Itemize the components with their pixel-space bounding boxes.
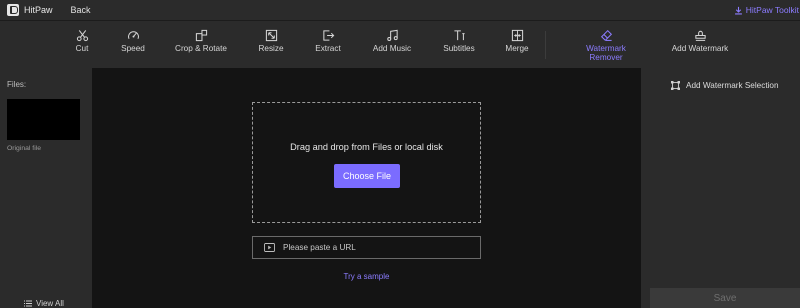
tool-label: Watermark Remover: [586, 44, 626, 62]
hitpaw-toolkit-link[interactable]: HitPaw Toolkit: [734, 0, 800, 20]
thumbnail-label: Original file: [7, 145, 41, 152]
tool-label: Crop & Rotate: [175, 44, 227, 53]
list-icon: [24, 300, 32, 306]
preview-area: Drag and drop from Files or local disk C…: [92, 68, 638, 308]
tool-add-music[interactable]: Add Music: [369, 21, 415, 69]
tool-watermark-remover[interactable]: Watermark Remover: [580, 21, 632, 69]
tool-subtitles[interactable]: Subtitles: [439, 21, 479, 69]
tool-label: Subtitles: [443, 44, 475, 53]
tool-speed[interactable]: Speed: [116, 21, 150, 69]
files-panel: Files: Original file View All: [0, 68, 92, 308]
settings-panel: Add Watermark Selection Save: [641, 68, 800, 308]
tool-bar: Cut Speed Crop & Rotate Resize Extract A…: [0, 20, 800, 68]
tool-add-watermark[interactable]: Add Watermark: [668, 21, 732, 69]
view-all-label: View All: [36, 298, 64, 308]
toolbar-divider: [545, 31, 546, 59]
toolkit-label: HitPaw Toolkit: [745, 5, 799, 15]
back-button[interactable]: Back: [71, 5, 91, 15]
view-all-button[interactable]: View All: [24, 298, 64, 308]
subtitles-icon: [453, 30, 465, 41]
url-field[interactable]: [252, 236, 481, 259]
tool-label: Add Music: [372, 44, 412, 53]
tool-cut[interactable]: Cut: [66, 21, 98, 69]
app-window: HitPaw Back HitPaw Toolkit Cut Speed Cro…: [0, 0, 800, 308]
tool-label: Resize: [258, 44, 284, 53]
drop-text: Drag and drop from Files or local disk: [290, 142, 443, 152]
tool-label: Merge: [505, 44, 529, 53]
crop-rotate-icon: [195, 29, 207, 42]
tool-resize[interactable]: Resize: [253, 21, 289, 69]
add-selection-label: Add Watermark Selection: [686, 81, 779, 90]
hitpaw-logo-icon: [7, 4, 19, 16]
eraser-icon: [600, 29, 612, 41]
extract-icon: [322, 30, 334, 41]
add-watermark-selection-button[interactable]: Add Watermark Selection: [671, 81, 779, 90]
tool-label: Cut: [75, 44, 89, 53]
choose-file-button[interactable]: Choose File: [334, 164, 400, 188]
speedometer-icon: [127, 31, 139, 39]
files-title: Files:: [7, 80, 27, 89]
stamp-icon: [694, 30, 706, 41]
selection-box-icon: [671, 81, 680, 90]
title-bar: HitPaw Back HitPaw Toolkit: [0, 0, 800, 20]
save-button[interactable]: Save: [650, 288, 800, 308]
url-input[interactable]: [283, 243, 463, 252]
tool-merge[interactable]: Merge: [501, 21, 533, 69]
try-sample-link[interactable]: Try a sample: [92, 272, 641, 281]
video-play-icon: [264, 243, 275, 252]
file-thumbnail[interactable]: [7, 99, 80, 140]
scissors-icon: [76, 30, 88, 42]
tool-crop-rotate[interactable]: Crop & Rotate: [171, 21, 231, 69]
download-icon: [734, 6, 742, 14]
app-name: HitPaw: [24, 5, 53, 15]
merge-icon: [511, 29, 523, 42]
tool-extract[interactable]: Extract: [309, 21, 347, 69]
tool-label: Speed: [121, 44, 145, 53]
music-note-icon: [386, 29, 398, 42]
drop-zone[interactable]: Drag and drop from Files or local disk C…: [252, 102, 481, 223]
tool-label: Add Watermark: [671, 44, 729, 53]
resize-icon: [265, 29, 277, 42]
tool-label: Extract: [315, 44, 341, 53]
